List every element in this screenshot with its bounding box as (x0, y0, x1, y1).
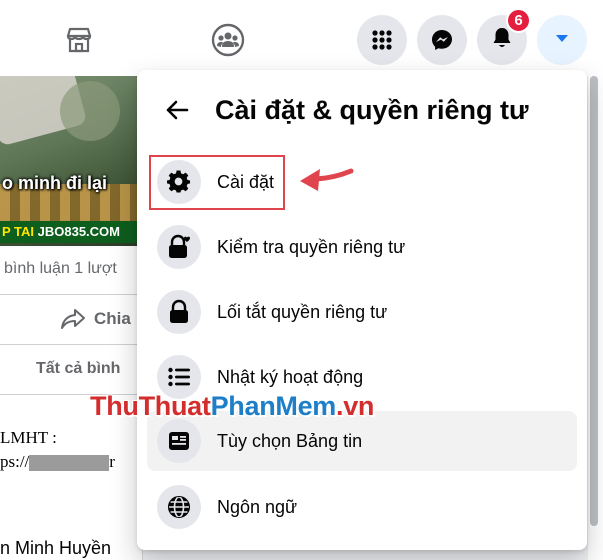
menu-item-label: Lối tắt quyền riêng tư (217, 301, 388, 322)
top-navigation-bar: 6 (0, 0, 603, 76)
storefront-icon[interactable] (59, 20, 99, 60)
lock-heart-icon (157, 225, 201, 269)
scrollbar[interactable] (590, 76, 598, 526)
panel-title: Cài đặt & quyền riêng tư (215, 95, 529, 125)
menu-item-label: Nhật ký hoạt động (217, 366, 364, 387)
menu-item-label: Ngôn ngữ (217, 496, 298, 517)
settings-privacy-panel: Cài đặt & quyền riêng tư Cài đặt Kiểm tr… (137, 70, 587, 550)
menu-item-label: Tùy chọn Bảng tin (217, 430, 363, 451)
feed-post: o minh đi lại P TAI JBO835.COM bình luận… (0, 76, 143, 560)
notifications-button[interactable]: 6 (477, 8, 531, 65)
comment-filter-dropdown[interactable]: Tất cả bình (36, 360, 120, 378)
annotation-highlight-box (149, 155, 285, 210)
watermark: ThuThuatPhanMem.vn (90, 391, 375, 421)
share-button[interactable]: Chia (60, 308, 131, 330)
caret-down-icon (555, 31, 569, 49)
post-stats[interactable]: bình luận 1 lượt (4, 260, 117, 278)
blurred-link (29, 455, 110, 472)
comment-author[interactable]: n Minh Huyền (0, 538, 111, 559)
lock-icon (157, 290, 201, 334)
video-caption: o minh đi lại (2, 173, 108, 193)
globe-icon (157, 485, 201, 529)
menu-item-privacy-shortcuts[interactable]: Lối tắt quyền riêng tư (147, 282, 577, 342)
news-feed-icon (157, 419, 201, 463)
share-icon (61, 309, 85, 329)
ad-banner: P TAI JBO835.COM (0, 221, 142, 243)
back-arrow-icon[interactable] (159, 92, 195, 128)
notifications-count-badge: 6 (506, 8, 531, 33)
menu-item-label: Kiểm tra quyền riêng tư (217, 236, 406, 257)
groups-icon[interactable] (208, 20, 248, 60)
panel-header: Cài đặt & quyền riêng tư (137, 70, 587, 148)
grid-menu-icon[interactable] (357, 15, 407, 65)
messenger-icon[interactable] (417, 15, 467, 65)
account-menu-button[interactable] (537, 15, 587, 65)
menu-item-language[interactable]: Ngôn ngữ (147, 477, 577, 537)
share-label: Chia (94, 309, 131, 328)
menu-item-privacy-checkup[interactable]: Kiểm tra quyền riêng tư (147, 217, 577, 277)
annotation-arrow-icon (296, 163, 354, 202)
post-video-thumbnail[interactable]: o minh đi lại P TAI JBO835.COM (0, 76, 142, 246)
comment-body: LMHT : ps://r (0, 428, 115, 472)
